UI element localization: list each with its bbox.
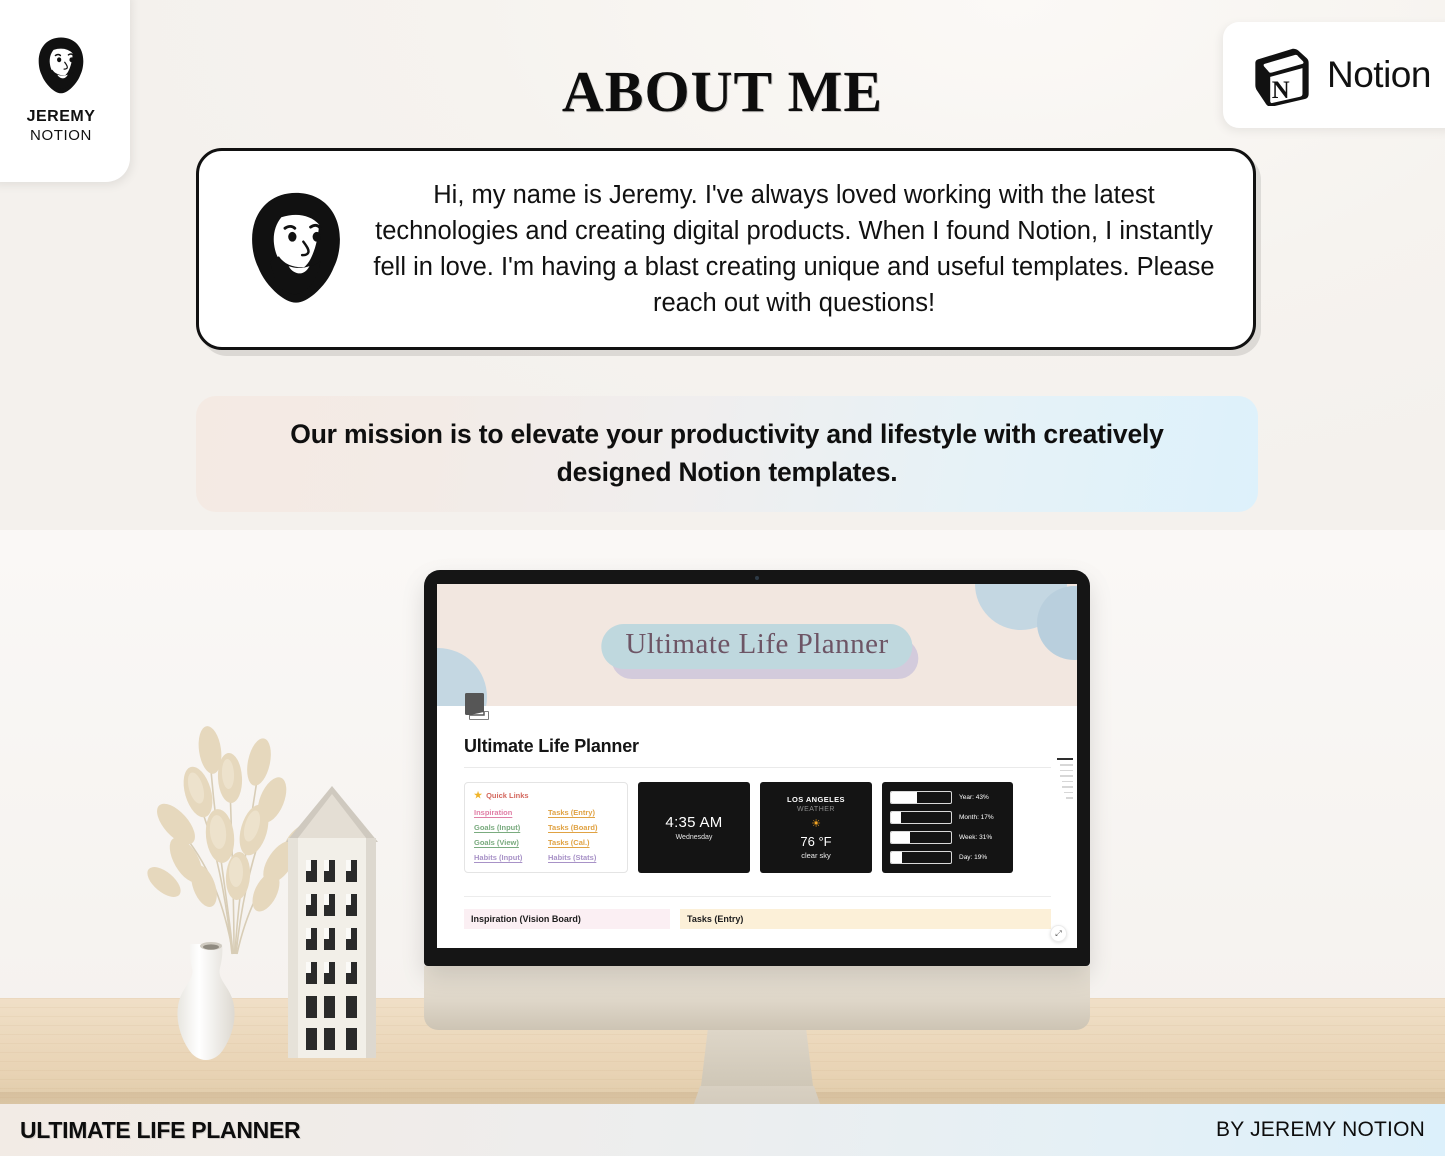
clock-widget: 4:35 AM Wednesday (638, 782, 750, 873)
database-row: Inspiration (Vision Board) Tasks (Entry) (464, 896, 1051, 929)
expand-arrows-icon[interactable]: ⤢ (1050, 925, 1067, 942)
monitor-bezel: Ultimate Life Planner Ultimate Life Plan… (424, 570, 1090, 966)
progress-widget: Year: 43% Month: 17% Week: 31% Day: 19% (882, 782, 1013, 873)
decorative-house-icon (286, 786, 378, 1058)
quick-link-tasks-cal[interactable]: Tasks (Cal.) (548, 838, 618, 847)
progress-row-year: Year: 43% (890, 791, 1005, 804)
monitor-chin (424, 966, 1090, 1030)
page-outline (1057, 758, 1073, 799)
quick-links-column-left: Inspiration Goals (Input) Goals (View) H… (474, 808, 544, 862)
quick-link-goals-view[interactable]: Goals (View) (474, 838, 544, 847)
sun-icon: ☀ (811, 818, 821, 830)
progress-fill-month (891, 812, 902, 823)
progress-label-day: Day: 19% (959, 854, 988, 861)
weather-label: WEATHER (797, 806, 835, 813)
notion-page-body: Ultimate Life Planner ★ Quick Links Insp… (437, 706, 1077, 948)
monitor-foot (678, 1086, 836, 1106)
mission-banner: Our mission is to elevate your productiv… (196, 396, 1258, 512)
progress-track-year (890, 791, 952, 804)
quick-links-header: ★ Quick Links (474, 790, 618, 801)
page-title: ABOUT ME (561, 59, 884, 124)
star-icon: ★ (474, 790, 483, 800)
progress-fill-week (891, 832, 910, 843)
webcam-icon (755, 576, 759, 580)
quick-link-habits-stats[interactable]: Habits (Stats) (548, 853, 618, 862)
weather-temperature: 76 °F (800, 834, 832, 849)
progress-label-month: Month: 17% (959, 814, 994, 821)
book-pages-icon (465, 693, 489, 720)
white-vase-icon (177, 942, 235, 1060)
quick-links-card: ★ Quick Links Inspiration Goals (Input) … (464, 782, 628, 873)
notion-cover: Ultimate Life Planner (437, 584, 1077, 706)
quick-link-tasks-board[interactable]: Tasks (Board) (548, 823, 618, 832)
progress-row-week: Week: 31% (890, 831, 1005, 844)
progress-track-day (890, 851, 952, 864)
bearded-man-face-icon (252, 192, 340, 303)
database-inspiration[interactable]: Inspiration (Vision Board) (464, 909, 670, 929)
progress-track-week (890, 831, 952, 844)
brand-subtitle: NOTION (30, 126, 92, 144)
mission-text: Our mission is to elevate your productiv… (290, 419, 1164, 487)
progress-row-month: Month: 17% (890, 811, 1005, 824)
progress-label-week: Week: 31% (959, 834, 993, 841)
heading-divider (464, 767, 1051, 768)
database-tasks-entry[interactable]: Tasks (Entry) (680, 909, 1051, 929)
weather-description: clear sky (801, 851, 831, 860)
desktop-monitor-icon: Ultimate Life Planner Ultimate Life Plan… (424, 570, 1090, 1106)
progress-track-month (890, 811, 952, 824)
progress-row-day: Day: 19% (890, 851, 1005, 864)
weather-widget: LOS ANGELES WEATHER ☀ 76 °F clear sky (760, 782, 872, 873)
progress-fill-year (891, 792, 917, 803)
cover-title: Ultimate Life Planner (625, 628, 889, 660)
quick-link-habits-input[interactable]: Habits (Input) (474, 853, 544, 862)
monitor-neck (701, 1030, 813, 1086)
clock-time: 4:35 AM (665, 814, 723, 831)
progress-fill-day (891, 852, 903, 863)
quick-link-inspiration[interactable]: Inspiration (474, 808, 544, 817)
quick-links-column-right: Tasks (Entry) Tasks (Board) Tasks (Cal.)… (548, 808, 618, 862)
progress-label-year: Year: 43% (959, 794, 989, 801)
quick-links-title: Quick Links (486, 791, 529, 800)
notion-page-heading: Ultimate Life Planner (464, 736, 639, 756)
footer-bar: ULTIMATE LIFE PLANNER BY JEREMY NOTION (0, 1104, 1445, 1156)
monitor-screen: Ultimate Life Planner Ultimate Life Plan… (437, 584, 1077, 948)
quick-link-tasks-entry[interactable]: Tasks (Entry) (548, 808, 618, 817)
bio-card: Hi, my name is Jeremy. I've always loved… (196, 148, 1256, 350)
cover-title-pill: Ultimate Life Planner (601, 624, 913, 669)
widget-row: ★ Quick Links Inspiration Goals (Input) … (464, 782, 1051, 873)
weather-city: LOS ANGELES (787, 795, 845, 804)
bio-text: Hi, my name is Jeremy. I've always loved… (373, 180, 1215, 318)
quick-link-goals-input[interactable]: Goals (Input) (474, 823, 544, 832)
footer-author: BY JEREMY NOTION (1216, 1118, 1425, 1141)
desk-scene: Ultimate Life Planner Ultimate Life Plan… (0, 530, 1445, 1106)
clock-day: Wednesday (675, 834, 713, 841)
footer-product-name: ULTIMATE LIFE PLANNER (20, 1116, 301, 1143)
